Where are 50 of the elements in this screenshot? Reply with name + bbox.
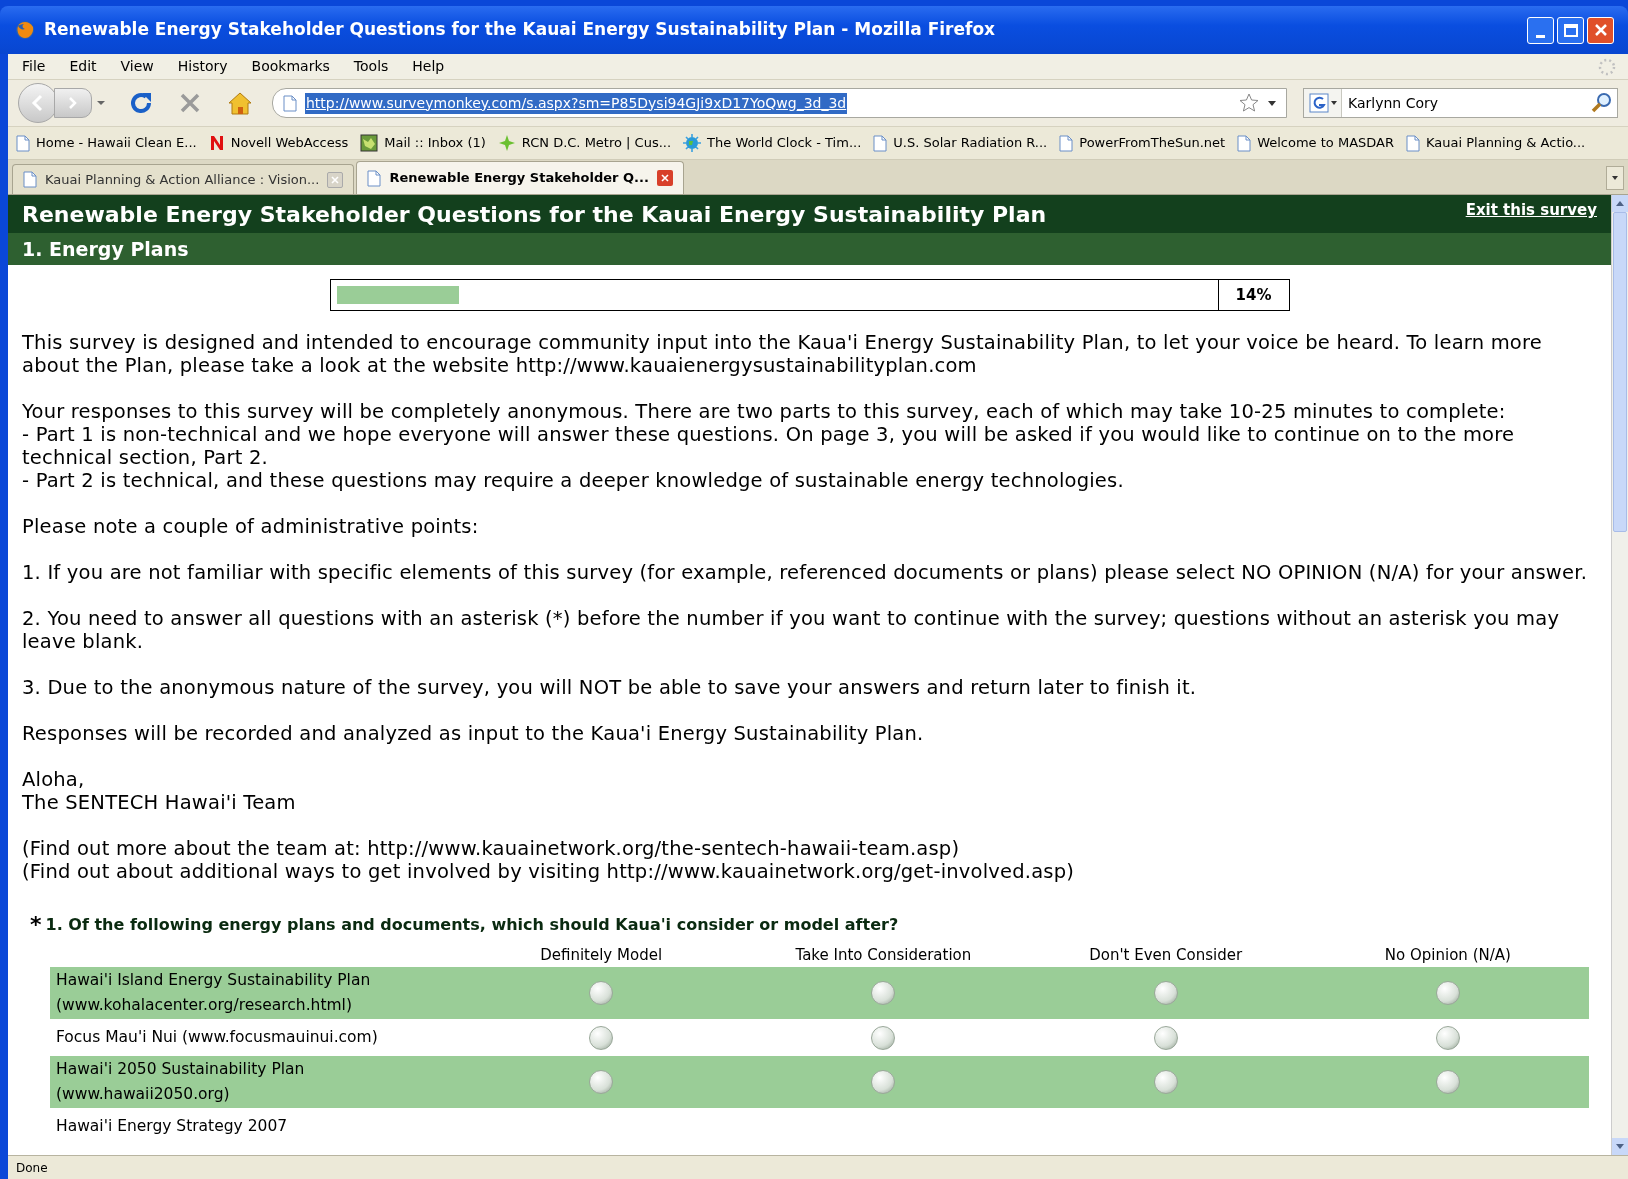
menu-item[interactable]: Bookmarks [249,56,332,77]
row-label: Hawai'i Island Energy Sustainability Plan (www.kohalacenter.org/research.html) [55,970,372,1016]
intro-text: Responses will be recorded and analyzed as input to the Kaua'i Energy Sustainability Plan. [22,722,925,745]
bookmark-item[interactable]: Home - Hawaii Clean E... [16,133,197,153]
url-text: http://www.surveymonkey.com/s.aspx?sm=P85Dysi94GJi9xD17YoQwg_3d_3d [305,92,848,114]
survey-title: Renewable Energy Stakeholder Questions for the Kauai Energy Sustainability Plan [22,200,1047,229]
menu-item[interactable]: Edit [67,56,99,77]
menu-item[interactable]: View [118,56,156,77]
bookmark-item[interactable]: Novell WebAccess [208,133,349,153]
row-label: Hawai'i 2050 Sustainability Plan (www.hawaii2050.org) [55,1059,306,1105]
column-header: Take Into Consideration [794,944,973,966]
intro-text: Aloha, [22,768,86,791]
menu-item[interactable]: Help [410,56,447,77]
row-label: Focus Mau'i Nui (www.focusmauinui.com) [55,1027,379,1048]
browser-tab[interactable]: Kauai Planning & Action Alliance : Vision... [12,164,355,194]
bookmark-item[interactable]: U.S. Solar Radiation R... [873,133,1048,153]
row-label: Hawai'i Energy Strategy 2007 [55,1116,289,1137]
intro-text: (Find out about additional ways to get involved by visiting http://www.kauainetwork.org/get-involved.asp) [22,860,1076,883]
bookmark-item[interactable]: Welcome to MASDAR [1237,133,1394,153]
intro-text: Please note a couple of administrative points: [22,515,480,538]
column-header: Definitely Model [539,944,664,966]
progress-reading: 14% [1234,284,1273,306]
status-text: Done [16,1159,48,1177]
window-title: Renewable Energy Stakeholder Questions for the Kauai Energy Sustainability Plan - Mozilla Firefox [44,18,997,42]
bookmark-item[interactable]: Kauai Planning & Actio... [1406,133,1586,153]
intro-text: The SENTECH Hawai'i Team [22,791,297,814]
menu-item[interactable]: History [175,56,230,77]
intro-text: - Part 1 is non-technical and we hope everyone will answer these questions. On page 3, you will be asked if you would like to continue on to the more technical section, Part 2. [22,423,1516,469]
menu-item[interactable]: File [20,56,48,77]
bookmark-item[interactable]: RCN D.C. Metro | Cus... [497,133,672,153]
intro-text: This survey is designed and intended to encourage community input into the Kaua'i Energy Sustainability Plan, to let your voice be heard. To learn more about the Plan, please take a look at the website http://www.kauaienergysustainabilityplan.com [22,331,1543,377]
menu-item[interactable]: Tools [351,56,391,77]
column-header: No Opinion (N/A) [1383,944,1512,966]
intro-text: 2. You need to answer all questions with an asterisk (*) before the number if you want to continue with the survey; questions without an asterisk you may leave blank. [22,607,1561,653]
browser-tab[interactable]: Renewable Energy Stakeholder Q... [356,161,684,194]
address-bar[interactable]: http://www.surveymonkey.com/s.aspx?sm=P85Dysi94GJi9xD17YoQwg_3d_3d [272,88,1287,118]
search-field[interactable]: Karlynn Cory [1303,88,1618,118]
section-title: 1. Energy Plans [22,236,189,262]
exit-survey-link[interactable]: Exit this survey [1465,199,1597,222]
bookmark-item[interactable]: The World Clock - Tim... [683,133,862,153]
intro-text: (Find out more about the team at: http://www.kauainetwork.org/the-sentech-hawaii-team.asp) [22,837,961,860]
intro-text: Your responses to this survey will be completely anonymous. There are two parts to this survey, each of which may take 10-25 minutes to complete: [22,400,1507,423]
intro-text: 3. Due to the anonymous nature of the survey, you will NOT be able to save your answers and return later to finish it. [22,676,1198,699]
column-header: Don't Even Consider [1088,944,1244,966]
intro-text: 1. If you are not familiar with specific elements of this survey (for example, referenced documents or plans) please select NO OPINION (N/A) for your answer. [22,561,1589,584]
bookmark-item[interactable]: PowerFromTheSun.net [1059,133,1226,153]
intro-text: - Part 2 is technical, and these questions may require a deeper knowledge of sustainable energy technologies. [22,469,1125,492]
question-text: 1. Of the following energy plans and documents, which should Kaua'i consider or model after? [45,914,899,936]
required-asterisk: * [30,915,42,935]
bookmark-item[interactable]: Mail :: Inbox (1) [360,133,486,153]
